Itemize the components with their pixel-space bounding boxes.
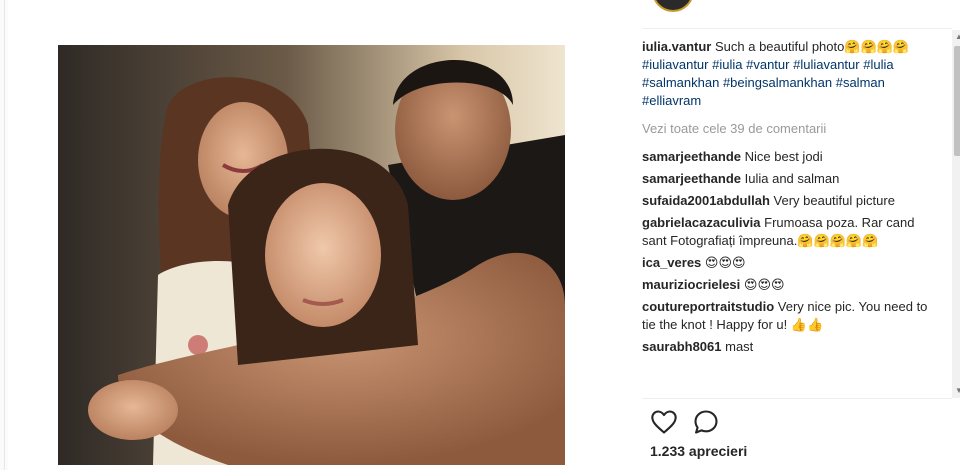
- post-sidebar: iulia.vantur Such a beautiful photo🤗🤗🤗🤗 …: [630, 0, 960, 470]
- scroll-down-arrow-icon[interactable]: ▼: [952, 384, 960, 398]
- comment-item: coutureportraitstudio Very nice pic. You…: [642, 298, 942, 334]
- scrollbar-thumb[interactable]: [954, 46, 960, 156]
- comment-item: saurabh8061 mast: [642, 338, 942, 356]
- comment-item: sufaida2001abdullah Very beautiful pictu…: [642, 192, 942, 210]
- comment-username[interactable]: samarjeethande: [642, 171, 741, 186]
- comment-text: 😍😍😍: [704, 255, 746, 270]
- comment-username[interactable]: sufaida2001abdullah: [642, 193, 770, 208]
- heart-icon: [651, 410, 677, 434]
- hashtag[interactable]: #iulia: [712, 57, 742, 72]
- scroll-up-arrow-icon[interactable]: ▲: [952, 30, 960, 44]
- likes-count[interactable]: 1.233 aprecieri: [650, 443, 747, 459]
- hashtag[interactable]: #salmankhan: [642, 75, 719, 90]
- comment-button[interactable]: [692, 408, 720, 436]
- avatar[interactable]: [652, 0, 694, 12]
- post-photo[interactable]: [58, 45, 565, 465]
- comment-username[interactable]: mauriziocrielesi: [642, 277, 740, 292]
- comment-username[interactable]: saurabh8061: [642, 339, 722, 354]
- comment-username[interactable]: gabrielacazaculivia: [642, 215, 761, 230]
- view-all-comments-link[interactable]: Vezi toate cele 39 de comentarii: [642, 120, 942, 138]
- instagram-post: iulia.vantur Such a beautiful photo🤗🤗🤗🤗 …: [8, 0, 960, 470]
- hashtag[interactable]: #lulia: [863, 57, 893, 72]
- comment-text: Nice best jodi: [744, 149, 823, 164]
- hashtag[interactable]: #salman: [836, 75, 885, 90]
- comment-bubble-icon: [694, 410, 718, 434]
- caption-username[interactable]: iulia.vantur: [642, 39, 711, 54]
- comment-item: gabrielacazaculivia Frumoasa poza. Rar c…: [642, 214, 942, 250]
- photo-area: [8, 0, 628, 470]
- comment-username[interactable]: ica_veres: [642, 255, 701, 270]
- actions-divider: [642, 398, 952, 399]
- comment-item: ica_veres 😍😍😍: [642, 254, 942, 272]
- caption-text: Such a beautiful photo🤗🤗🤗🤗: [714, 39, 910, 54]
- page-left-border: [4, 0, 5, 470]
- comment-username[interactable]: samarjeethande: [642, 149, 741, 164]
- hashtag[interactable]: #iuliavantur: [642, 57, 709, 72]
- hashtag[interactable]: #beingsalmankhan: [723, 75, 832, 90]
- hashtag[interactable]: #luliavantur: [793, 57, 860, 72]
- comment-username[interactable]: coutureportraitstudio: [642, 299, 774, 314]
- comment-text: 😍😍😍: [743, 277, 785, 292]
- post-caption: iulia.vantur Such a beautiful photo🤗🤗🤗🤗 …: [642, 38, 942, 110]
- comment-item: samarjeethande Iulia and salman: [642, 170, 942, 188]
- comment-text: mast: [725, 339, 754, 354]
- comments-scrollbar[interactable]: ▲ ▼: [952, 30, 960, 398]
- comment-text: Very beautiful picture: [773, 193, 895, 208]
- header-divider: [642, 28, 952, 29]
- comment-item: samarjeethande Nice best jodi: [642, 148, 942, 166]
- hashtag[interactable]: #vantur: [746, 57, 789, 72]
- comment-text: Iulia and salman: [744, 171, 840, 186]
- post-photo-illustration: [58, 45, 565, 465]
- hashtag[interactable]: #elliavram: [642, 93, 701, 108]
- comment-item: mauriziocrielesi 😍😍😍: [642, 276, 942, 294]
- like-button[interactable]: [650, 408, 678, 436]
- comments-list[interactable]: iulia.vantur Such a beautiful photo🤗🤗🤗🤗 …: [642, 38, 942, 394]
